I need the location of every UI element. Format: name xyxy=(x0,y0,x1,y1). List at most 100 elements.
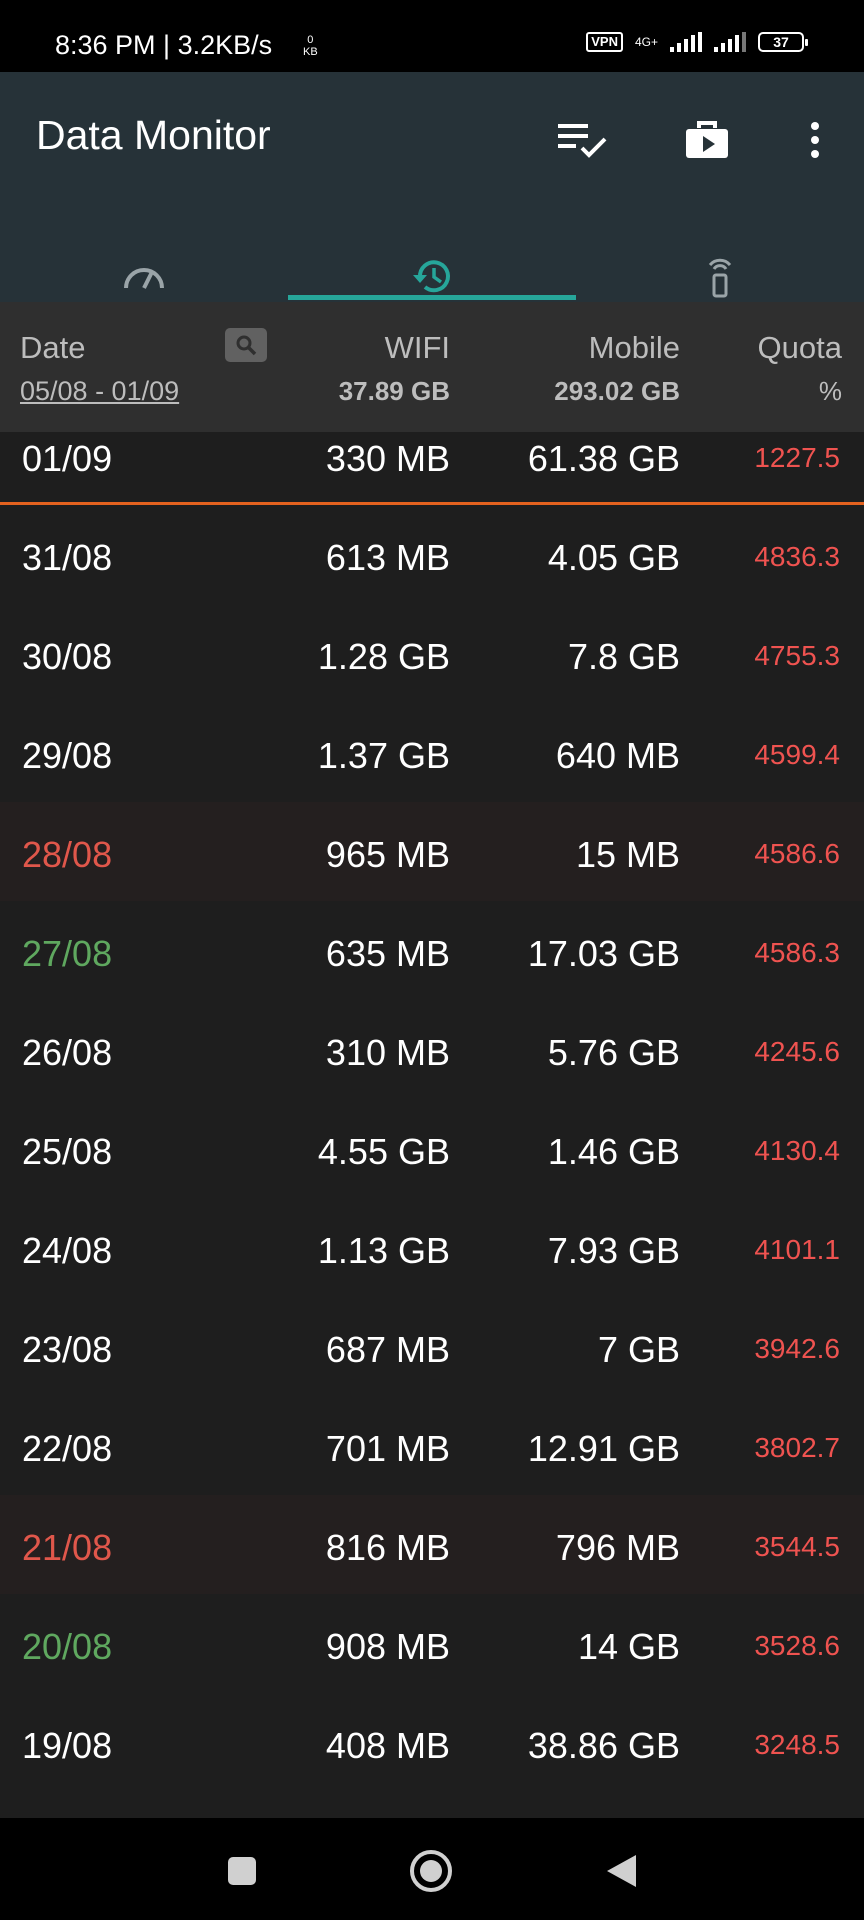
table-row[interactable]: 26/08 310 MB 5.76 GB 4245.6 xyxy=(0,1000,864,1099)
row-wifi: 1.37 GB xyxy=(317,735,450,776)
row-date: 31/08 xyxy=(22,537,113,578)
date-range-link[interactable]: 05/08 - 01/09 xyxy=(20,376,179,407)
row-wifi: 816 MB xyxy=(325,1527,450,1568)
status-icons: VPN 4G+ 37 xyxy=(586,32,808,52)
signal-icon xyxy=(670,32,702,52)
row-mobile: 15 MB xyxy=(575,834,680,875)
row-quota: 4586.3 xyxy=(754,937,840,968)
speed-unit: 0 KB xyxy=(303,34,318,58)
recents-icon xyxy=(228,1857,256,1885)
table-row[interactable]: 31/08 613 MB 4.05 GB 4836.3 xyxy=(0,505,864,604)
search-button[interactable] xyxy=(225,328,267,362)
row-wifi: 701 MB xyxy=(325,1428,450,1469)
row-date: 26/08 xyxy=(22,1032,113,1073)
row-mobile: 4.05 GB xyxy=(547,537,680,578)
row-quota: 3248.5 xyxy=(754,1729,840,1760)
table-row[interactable]: 24/08 1.13 GB 7.93 GB 4101.1 xyxy=(0,1198,864,1297)
row-quota: 3802.7 xyxy=(754,1432,840,1463)
row-wifi: 1.28 GB xyxy=(317,636,450,677)
row-date: 24/08 xyxy=(22,1230,113,1271)
row-mobile: 640 MB xyxy=(555,735,680,776)
table-row[interactable]: 25/08 4.55 GB 1.46 GB 4130.4 xyxy=(0,1099,864,1198)
table-row[interactable]: 22/08 701 MB 12.91 GB 3802.7 xyxy=(0,1396,864,1495)
row-mobile: 38.86 GB xyxy=(527,1725,680,1766)
table-row[interactable]: 21/08 816 MB 796 MB 3544.5 xyxy=(0,1495,864,1594)
row-mobile: 61.38 GB xyxy=(527,438,680,479)
row-quota: 3528.6 xyxy=(754,1630,840,1661)
signal-icon-2 xyxy=(714,32,746,52)
checklist-icon[interactable] xyxy=(552,112,612,168)
toolbox-icon[interactable] xyxy=(677,112,737,168)
row-mobile: 12.91 GB xyxy=(527,1428,680,1469)
table-row[interactable]: 28/08 965 MB 15 MB 4586.6 xyxy=(0,802,864,901)
row-date: 28/08 xyxy=(22,834,113,875)
table-row[interactable]: 30/08 1.28 GB 7.8 GB 4755.3 xyxy=(0,604,864,703)
row-wifi: 965 MB xyxy=(325,834,450,875)
row-date: 29/08 xyxy=(22,735,113,776)
mobile-column-label: Mobile xyxy=(588,330,680,365)
speedometer-icon xyxy=(124,268,164,289)
back-button[interactable] xyxy=(596,1846,646,1896)
row-quota: 4130.4 xyxy=(754,1135,840,1166)
history-icon xyxy=(413,260,450,293)
row-wifi: 1.13 GB xyxy=(317,1230,450,1271)
row-mobile: 5.76 GB xyxy=(547,1032,680,1073)
row-mobile: 7.8 GB xyxy=(567,636,680,677)
row-date: 20/08 xyxy=(22,1626,113,1667)
row-wifi: 408 MB xyxy=(325,1725,450,1766)
table-row[interactable]: 01/09 330 MB 61.38 GB 1227.5 xyxy=(0,432,864,502)
date-column-label: Date xyxy=(20,330,86,365)
app-bar: Data Monitor xyxy=(0,72,864,302)
row-quota: 1227.5 xyxy=(754,442,840,473)
row-wifi: 687 MB xyxy=(325,1329,450,1370)
vpn-icon: VPN xyxy=(586,32,623,52)
row-wifi: 613 MB xyxy=(325,537,450,578)
table-row[interactable]: 23/08 687 MB 7 GB 3942.6 xyxy=(0,1297,864,1396)
back-icon xyxy=(607,1855,636,1887)
row-wifi: 635 MB xyxy=(325,933,450,974)
row-mobile: 14 GB xyxy=(577,1626,680,1667)
table-row[interactable]: 27/08 635 MB 17.03 GB 4586.3 xyxy=(0,901,864,1000)
quota-column-label: Quota xyxy=(757,330,842,365)
table-row[interactable]: 19/08 408 MB 38.86 GB 3248.5 xyxy=(0,1693,864,1792)
row-wifi: 4.55 GB xyxy=(317,1131,450,1172)
table-row[interactable]: 29/08 1.37 GB 640 MB 4599.4 xyxy=(0,703,864,802)
row-quota: 4586.6 xyxy=(754,838,840,869)
row-date: 25/08 xyxy=(22,1131,113,1172)
row-quota: 3544.5 xyxy=(754,1531,840,1562)
status-bar: 8:36 PM | 3.2KB/s 0 KB VPN 4G+ 37 xyxy=(0,0,864,72)
row-quota: 4245.6 xyxy=(754,1036,840,1067)
status-time-speed: 8:36 PM | 3.2KB/s xyxy=(55,30,273,60)
row-wifi: 330 MB xyxy=(325,438,450,479)
row-date: 22/08 xyxy=(22,1428,113,1469)
row-wifi: 908 MB xyxy=(325,1626,450,1667)
network-type: 4G+ xyxy=(634,35,658,49)
row-mobile: 796 MB xyxy=(555,1527,680,1568)
row-date: 30/08 xyxy=(22,636,113,677)
battery-icon: 37 xyxy=(758,32,808,52)
usage-list: 01/09 330 MB 61.38 GB 1227.5 31/08 613 M… xyxy=(0,432,864,1792)
mobile-total: 293.02 GB xyxy=(554,376,680,406)
row-date: 23/08 xyxy=(22,1329,113,1370)
row-wifi: 310 MB xyxy=(325,1032,450,1073)
row-date: 21/08 xyxy=(22,1527,113,1568)
row-mobile: 7.93 GB xyxy=(547,1230,680,1271)
row-mobile: 17.03 GB xyxy=(527,933,680,974)
home-icon xyxy=(410,1850,452,1892)
row-date: 27/08 xyxy=(22,933,113,974)
table-header: Date 05/08 - 01/09 WIFI 37.89 GB Mobile … xyxy=(0,302,864,432)
row-date: 19/08 xyxy=(22,1725,113,1766)
table-row[interactable]: 20/08 908 MB 14 GB 3528.6 xyxy=(0,1594,864,1693)
search-icon xyxy=(236,335,257,356)
remote-icon xyxy=(708,258,732,298)
row-mobile: 1.46 GB xyxy=(547,1131,680,1172)
recents-button[interactable] xyxy=(217,1846,267,1896)
row-date: 01/09 xyxy=(22,438,113,479)
wifi-column-label: WIFI xyxy=(384,330,450,365)
more-vert-icon[interactable] xyxy=(785,112,845,168)
row-mobile: 7 GB xyxy=(597,1329,680,1370)
home-button[interactable] xyxy=(406,1846,456,1896)
row-quota: 3942.6 xyxy=(754,1333,840,1364)
row-quota: 4101.1 xyxy=(754,1234,840,1265)
tab-indicator xyxy=(288,295,576,300)
